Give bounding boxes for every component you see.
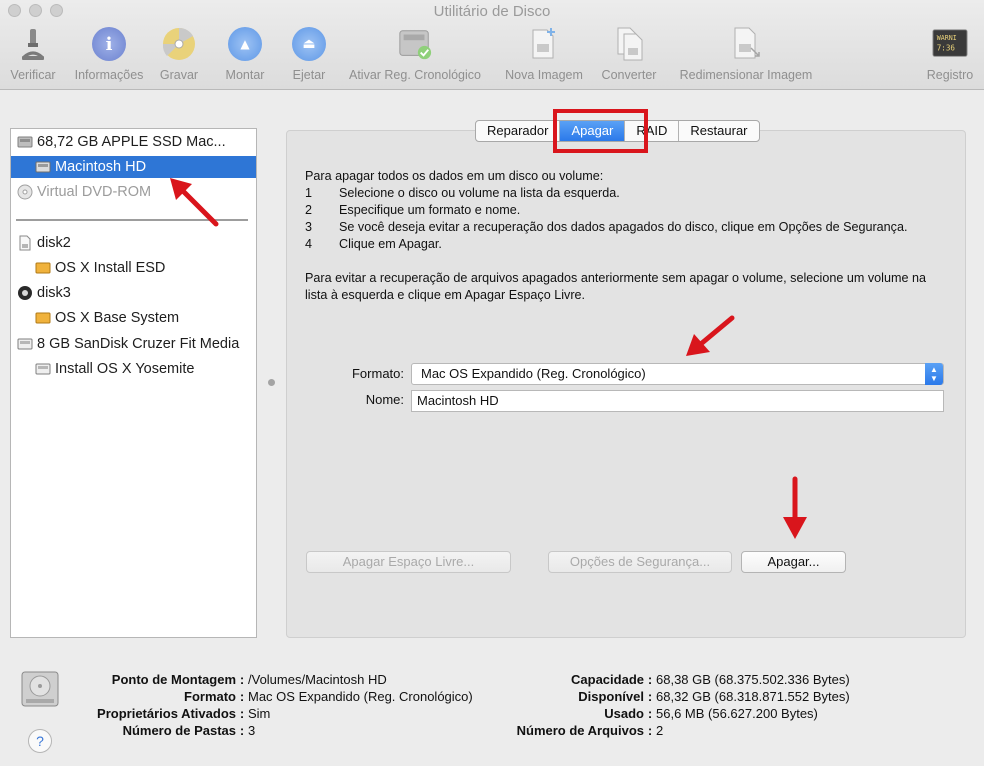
annotation-arrow-icon [686,315,735,356]
toolbar-convert-button[interactable]: Converter [596,26,662,82]
info-row: Número de Pastas:3 [122,723,256,738]
sidebar-item-label: disk2 [37,235,71,251]
toolbar-new-image-button[interactable]: Nova Imagem [499,26,589,82]
burn-disc-icon [161,26,197,62]
toolbar-burn-button[interactable]: Gravar [156,26,202,82]
volume-info-right: Capacidade:68,38 GB (68.375.502.336 Byte… [498,671,850,739]
tab-repair[interactable]: Reparador [476,121,561,141]
volume-orange-icon [35,310,51,326]
svg-text:7:36: 7:36 [937,44,956,53]
sidebar-item-label: Install OS X Yosemite [55,361,195,377]
toolbar-label: Registro [926,68,974,82]
sidebar-item-label: 68,72 GB APPLE SSD Mac... [37,134,226,150]
toolbar: Verificar i Informações Gravar ▲ Montar … [0,26,984,84]
name-input[interactable]: Macintosh HD [411,390,944,412]
window-title: Utilitário de Disco [433,3,551,20]
sidebar-item-label: disk3 [37,285,71,301]
info-row: Número de Arquivos:2 [516,723,664,738]
sidebar-item-install-yosemite[interactable]: Install OS X Yosemite [11,358,256,380]
toolbar-label: Redimensionar Imagem [679,68,813,82]
instruction-step: 4 Clique em Apagar. [305,237,442,251]
instructions-intro: Para apagar todos os dados em um disco o… [305,169,604,183]
log-console-icon: WARNI 7:36 [932,26,968,62]
annotation-highlight-box [553,109,648,153]
window-titlebar: Utilitário de Disco Verificar i Informaç… [0,0,984,90]
info-row: Capacidade:68,38 GB (68.375.502.336 Byte… [571,672,850,687]
volume-icon [35,159,51,175]
info-row: Proprietários Ativados: Sim [97,706,271,721]
info-row: Ponto de Montagem:/Volumes/Macintosh HD [111,672,387,687]
svg-text:WARNI: WARNI [937,34,957,42]
security-options-button[interactable]: Opções de Segurança... [548,551,732,573]
format-select[interactable]: Mac OS Expandido (Reg. Cronológico) ▲ ▼ [411,363,944,385]
usb-drive-icon [17,336,33,352]
toolbar-label: Nova Imagem [505,68,583,82]
toolbar-label: Ativar Reg. Cronológico [348,68,481,82]
split-view-handle[interactable] [268,379,275,386]
toolbar-label: Informações [74,68,144,82]
convert-icon [611,26,647,62]
instructions-free-space: Para evitar a recuperação de arquivos ap… [305,271,926,302]
format-select-value: Mac OS Expandido (Reg. Cronológico) [421,366,646,381]
sidebar-item-sandisk[interactable]: 8 GB SanDisk Cruzer Fit Media [11,333,256,355]
sidebar-item-label: 8 GB SanDisk Cruzer Fit Media [37,336,240,352]
tab-restore[interactable]: Restaurar [679,121,758,141]
info-row: Disponível:68,32 GB (68.318.871.552 Byte… [578,689,850,704]
toolbar-label: Ejetar [292,68,326,82]
new-image-icon [526,26,562,62]
instruction-step: 3 Se você deseja evitar a recuperação dos… [305,220,908,234]
volume-icon [35,361,51,377]
toolbar-mount-button[interactable]: ▲ Montar [220,26,270,82]
toolbar-info-button[interactable]: i Informações [68,26,150,82]
eject-icon: ⏏ [291,26,327,62]
sidebar-item-os-x-base-system[interactable]: OS X Base System [11,307,256,329]
instruction-step: 2 Especifique um formato e nome. [305,203,521,217]
instruction-step: 1 Selecione o disco ou volume na lista da… [305,186,620,200]
erase-button[interactable]: Apagar... [741,551,846,573]
toolbar-label: Verificar [10,68,56,82]
info-icon: i [91,26,127,62]
annotation-arrow-icon [170,178,219,227]
sidebar-item-label: Virtual DVD-ROM [37,184,152,200]
sidebar-item-os-x-install-esd[interactable]: OS X Install ESD [11,257,256,279]
sidebar-item-label: Macintosh HD [55,159,147,175]
sidebar-item-label: OS X Install ESD [55,260,166,276]
sidebar-item-label: OS X Base System [55,310,180,326]
annotation-arrow-icon [783,476,807,539]
erase-free-space-button[interactable]: Apagar Espaço Livre... [306,551,511,573]
disk-image-icon [17,235,33,251]
dvd-icon [17,184,33,200]
toolbar-label: Montar [225,68,265,82]
sidebar-item-disk3[interactable]: disk3 [11,282,256,304]
hard-drive-icon [20,670,60,708]
sidebar-item-apple-ssd[interactable]: 68,72 GB APPLE SSD Mac... [11,131,256,153]
info-row: Usado:56,6 MB (56.627.200 Bytes) [604,706,818,721]
resize-image-icon [728,26,764,62]
volume-orange-icon [35,260,51,276]
toolbar-eject-button[interactable]: ⏏ Ejetar [286,26,332,82]
help-button[interactable]: ? [28,729,52,753]
name-label: Nome: [365,392,404,407]
toolbar-verify-button[interactable]: Verificar [6,26,60,82]
sidebar-item-disk2[interactable]: disk2 [11,232,256,254]
toolbar-enable-journaling-button[interactable]: Ativar Reg. Cronológico [338,26,492,82]
mount-icon: ▲ [227,26,263,62]
journal-disk-icon [397,26,433,62]
erase-instructions: Para apagar todos os dados em um disco o… [305,168,945,304]
format-label: Formato: [351,366,404,381]
disk-image-icon [17,285,33,301]
toolbar-label: Converter [601,68,657,82]
toolbar-log-button[interactable]: WARNI 7:36 Registro [920,26,980,82]
chevron-up-down-icon: ▲ ▼ [925,363,943,385]
info-row: Formato: Mac OS Expandido (Reg. Cronológi… [184,689,473,704]
toolbar-resize-image-button[interactable]: Redimensionar Imagem [668,26,824,82]
microscope-icon [15,26,51,62]
volume-info-left: Ponto de Montagem:/Volumes/Macintosh HD … [60,671,473,739]
internal-drive-icon [17,134,33,150]
toolbar-label: Gravar [159,68,199,82]
